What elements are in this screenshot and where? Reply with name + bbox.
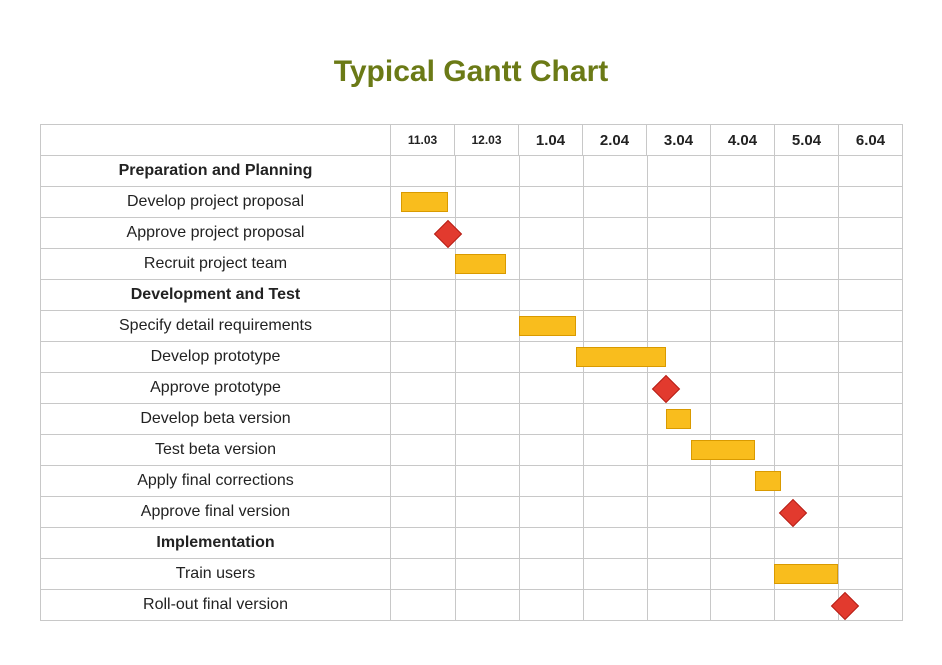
- gantt-timeline-cell: [391, 342, 903, 373]
- gantt-task-row: Develop project proposal: [41, 187, 903, 218]
- gantt-bar: [774, 564, 838, 584]
- gantt-time-header: 11.03: [391, 125, 455, 156]
- gantt-timeline-cell: [391, 187, 903, 218]
- gantt-group-row: Development and Test: [41, 280, 903, 311]
- gantt-task-row: Recruit project team: [41, 249, 903, 280]
- gantt-task-row: Develop beta version: [41, 404, 903, 435]
- gantt-task-row: Develop prototype: [41, 342, 903, 373]
- gantt-task-row: Apply final corrections: [41, 466, 903, 497]
- gantt-task-label: Approve final version: [41, 497, 391, 528]
- gantt-milestone-icon: [830, 592, 858, 620]
- gantt-timeline-cell: [391, 373, 903, 404]
- gantt-bar: [576, 347, 665, 367]
- gantt-task-label: Develop prototype: [41, 342, 391, 373]
- gantt-task-label: Approve project proposal: [41, 218, 391, 249]
- gantt-timeline-cell: [391, 559, 903, 590]
- gantt-task-label: Test beta version: [41, 435, 391, 466]
- gantt-task-header: [41, 125, 391, 156]
- gantt-time-header: 1.04: [519, 125, 583, 156]
- gantt-task-label: Develop beta version: [41, 404, 391, 435]
- gantt-task-row: Roll-out final version: [41, 590, 903, 621]
- gantt-group-label: Implementation: [41, 528, 391, 559]
- gantt-task-label: Recruit project team: [41, 249, 391, 280]
- gantt-time-header: 2.04: [583, 125, 647, 156]
- gantt-task-label: Specify detail requirements: [41, 311, 391, 342]
- gantt-milestone-icon: [434, 220, 462, 248]
- gantt-task-row: Specify detail requirements: [41, 311, 903, 342]
- chart-title: Typical Gantt Chart: [0, 55, 942, 89]
- gantt-timeline-cell: [391, 156, 903, 187]
- gantt-time-header: 3.04: [647, 125, 711, 156]
- gantt-timeline-cell: [391, 218, 903, 249]
- gantt-group-row: Implementation: [41, 528, 903, 559]
- gantt-timeline-cell: [391, 311, 903, 342]
- gantt-task-label: Develop project proposal: [41, 187, 391, 218]
- gantt-timeline-cell: [391, 435, 903, 466]
- gantt-group-row: Preparation and Planning: [41, 156, 903, 187]
- gantt-bar: [755, 471, 781, 491]
- gantt-bar: [519, 316, 576, 336]
- gantt-timeline-cell: [391, 466, 903, 497]
- gantt-task-row: Train users: [41, 559, 903, 590]
- gantt-group-label: Development and Test: [41, 280, 391, 311]
- gantt-group-label: Preparation and Planning: [41, 156, 391, 187]
- gantt-time-header: 6.04: [839, 125, 903, 156]
- gantt-time-header: 4.04: [711, 125, 775, 156]
- gantt-task-label: Roll-out final version: [41, 590, 391, 621]
- gantt-timeline-cell: [391, 249, 903, 280]
- gantt-task-label: Apply final corrections: [41, 466, 391, 497]
- gantt-task-row: Test beta version: [41, 435, 903, 466]
- gantt-time-header: 12.03: [455, 125, 519, 156]
- gantt-timeline-cell: [391, 404, 903, 435]
- gantt-task-row: Approve prototype: [41, 373, 903, 404]
- gantt-timeline-cell: [391, 280, 903, 311]
- gantt-bar: [455, 254, 506, 274]
- gantt-timeline-cell: [391, 528, 903, 559]
- gantt-timeline-cell: [391, 497, 903, 528]
- gantt-task-row: Approve project proposal: [41, 218, 903, 249]
- gantt-table: 11.03 12.03 1.04 2.04 3.04 4.04 5.04 6.0…: [40, 124, 903, 621]
- gantt-milestone-icon: [652, 375, 680, 403]
- gantt-header-row: 11.03 12.03 1.04 2.04 3.04 4.04 5.04 6.0…: [41, 125, 903, 156]
- gantt-bar: [401, 192, 449, 212]
- gantt-milestone-icon: [779, 499, 807, 527]
- gantt-chart: 11.03 12.03 1.04 2.04 3.04 4.04 5.04 6.0…: [40, 124, 902, 621]
- gantt-time-header: 5.04: [775, 125, 839, 156]
- gantt-timeline-cell: [391, 590, 903, 621]
- gantt-bar: [666, 409, 692, 429]
- gantt-task-label: Train users: [41, 559, 391, 590]
- gantt-task-label: Approve prototype: [41, 373, 391, 404]
- gantt-task-row: Approve final version: [41, 497, 903, 528]
- gantt-bar: [691, 440, 755, 460]
